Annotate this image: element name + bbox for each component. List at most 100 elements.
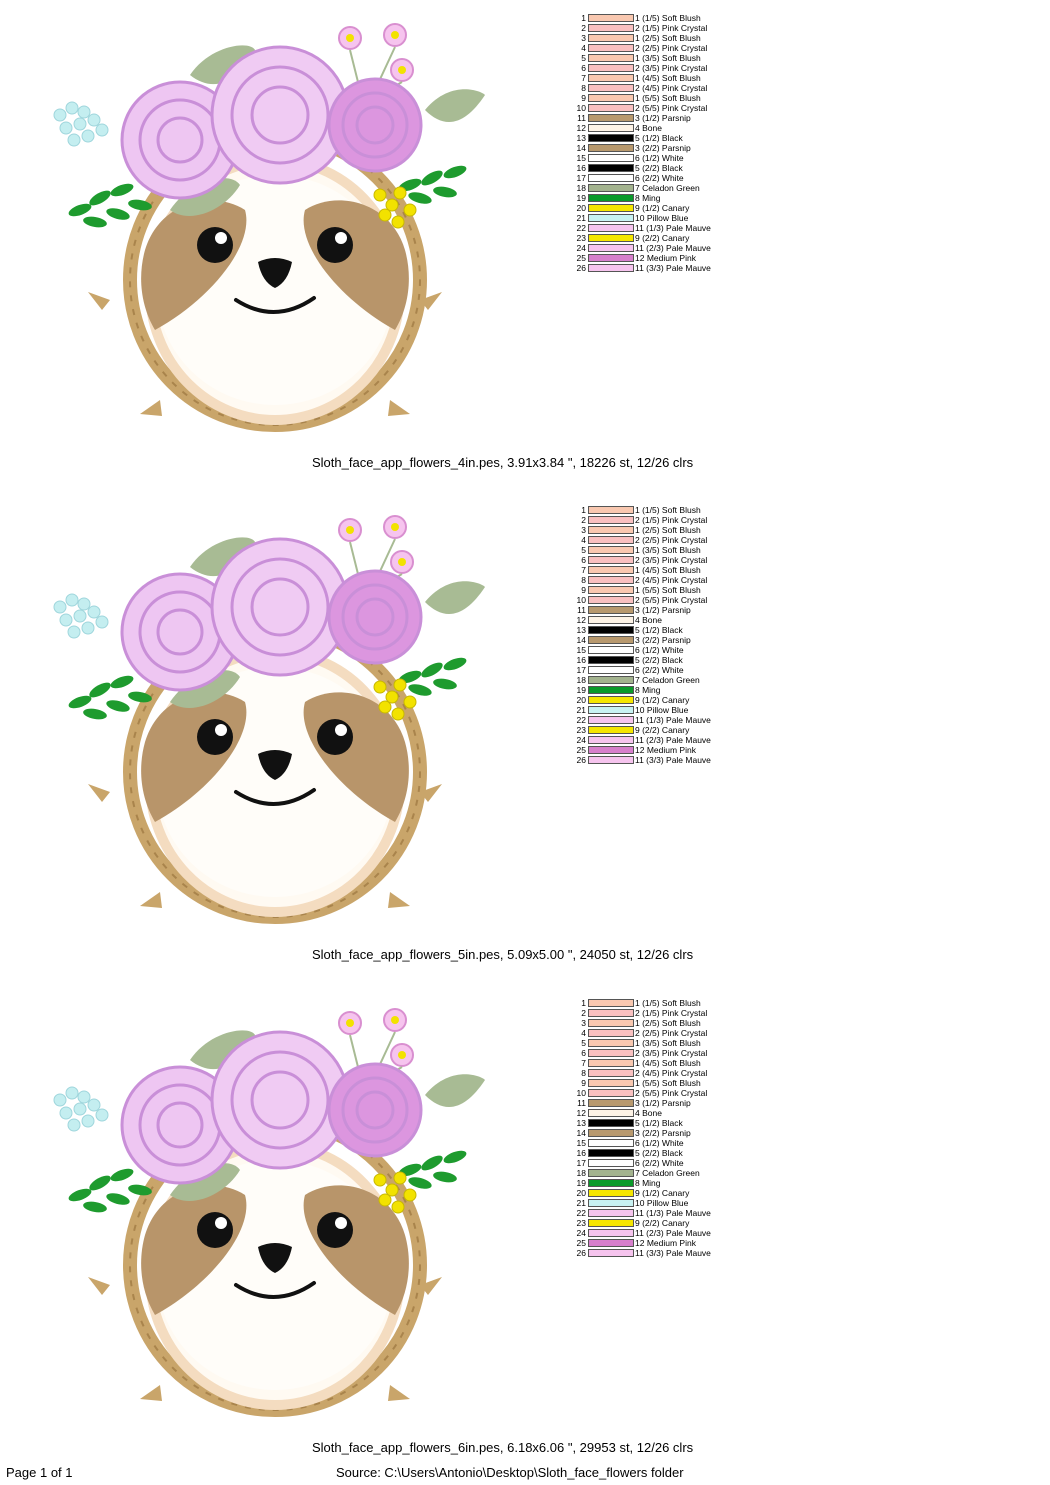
legend-number: 12 <box>576 123 586 133</box>
color-swatch <box>588 94 634 102</box>
color-swatch <box>588 1209 634 1217</box>
color-swatch <box>588 1129 634 1137</box>
legend-number: 20 <box>576 1188 586 1198</box>
legend-label: 10 Pillow Blue <box>635 1198 689 1208</box>
legend-row: 19 8 Ming <box>572 193 772 203</box>
color-swatch <box>588 1239 634 1247</box>
legend-number: 17 <box>576 1158 586 1168</box>
legend-number: 22 <box>576 715 586 725</box>
legend-number: 1 <box>581 505 586 515</box>
legend-row: 26 11 (3/3) Pale Mauve <box>572 755 772 765</box>
legend-label: 1 (3/5) Soft Blush <box>635 53 701 63</box>
color-swatch <box>588 566 634 574</box>
color-swatch <box>588 164 634 172</box>
legend-row: 21 10 Pillow Blue <box>572 705 772 715</box>
color-swatch <box>588 1089 634 1097</box>
legend-row: 6 2 (3/5) Pink Crystal <box>572 63 772 73</box>
color-swatch <box>588 1139 634 1147</box>
legend-label: 1 (1/5) Soft Blush <box>635 505 701 515</box>
legend-number: 26 <box>576 755 586 765</box>
legend-label: 1 (4/5) Soft Blush <box>635 73 701 83</box>
legend-row: 18 7 Celadon Green <box>572 183 772 193</box>
color-swatch <box>588 24 634 32</box>
color-swatch <box>588 1249 634 1257</box>
legend-number: 23 <box>576 1218 586 1228</box>
color-swatch <box>588 224 634 232</box>
legend-row: 7 1 (4/5) Soft Blush <box>572 73 772 83</box>
legend-row: 21 10 Pillow Blue <box>572 213 772 223</box>
color-swatch <box>588 1149 634 1157</box>
legend-number: 25 <box>576 253 586 263</box>
legend-number: 11 <box>577 605 586 615</box>
legend-label: 11 (1/3) Pale Mauve <box>635 715 711 725</box>
legend-row: 15 6 (1/2) White <box>572 1138 772 1148</box>
color-swatch <box>588 596 634 604</box>
color-swatch <box>588 676 634 684</box>
legend-number: 3 <box>581 33 586 43</box>
legend-row: 24 11 (2/3) Pale Mauve <box>572 1228 772 1238</box>
legend-label: 2 (2/5) Pink Crystal <box>635 1028 708 1038</box>
legend-number: 19 <box>576 685 586 695</box>
legend-row: 22 11 (1/3) Pale Mauve <box>572 223 772 233</box>
legend-row: 11 3 (1/2) Parsnip <box>572 1098 772 1108</box>
color-swatch <box>588 646 634 654</box>
legend-row: 22 11 (1/3) Pale Mauve <box>572 715 772 725</box>
color-swatch <box>588 1029 634 1037</box>
legend-label: 2 (1/5) Pink Crystal <box>635 23 708 33</box>
legend-number: 10 <box>576 595 586 605</box>
design-caption: Sloth_face_app_flowers_5in.pes, 5.09x5.0… <box>312 947 694 962</box>
legend-row: 9 1 (5/5) Soft Blush <box>572 585 772 595</box>
legend-row: 1 1 (1/5) Soft Blush <box>572 13 772 23</box>
legend-label: 2 (1/5) Pink Crystal <box>635 1008 708 1018</box>
legend-number: 2 <box>581 1008 586 1018</box>
legend-label: 11 (1/3) Pale Mauve <box>635 1208 711 1218</box>
legend-label: 9 (1/2) Canary <box>635 203 690 213</box>
legend-label: 2 (4/5) Pink Crystal <box>635 575 708 585</box>
legend-label: 1 (5/5) Soft Blush <box>635 585 701 595</box>
legend-number: 13 <box>576 133 586 143</box>
legend-row: 16 5 (2/2) Black <box>572 655 772 665</box>
color-swatch <box>588 696 634 704</box>
color-swatch <box>588 204 634 212</box>
legend-row: 13 5 (1/2) Black <box>572 1118 772 1128</box>
legend-number: 21 <box>576 705 586 715</box>
legend-row: 11 3 (1/2) Parsnip <box>572 113 772 123</box>
legend-label: 2 (2/5) Pink Crystal <box>635 43 708 53</box>
legend-row: 23 9 (2/2) Canary <box>572 1218 772 1228</box>
legend-row: 6 2 (3/5) Pink Crystal <box>572 555 772 565</box>
legend-row: 3 1 (2/5) Soft Blush <box>572 1018 772 1028</box>
legend-number: 8 <box>581 575 586 585</box>
legend-number: 5 <box>581 53 586 63</box>
legend-number: 14 <box>576 1128 586 1138</box>
legend-label: 6 (2/2) White <box>635 173 684 183</box>
legend-label: 11 (3/3) Pale Mauve <box>635 263 711 273</box>
color-swatch <box>588 1049 634 1057</box>
legend-label: 2 (3/5) Pink Crystal <box>635 555 708 565</box>
legend-number: 6 <box>581 1048 586 1058</box>
color-swatch <box>588 14 634 22</box>
legend-label: 3 (1/2) Parsnip <box>635 605 691 615</box>
legend-number: 7 <box>581 73 586 83</box>
legend-label: 12 Medium Pink <box>635 745 696 755</box>
legend-number: 2 <box>581 23 586 33</box>
legend-number: 4 <box>581 43 586 53</box>
legend-row: 20 9 (1/2) Canary <box>572 203 772 213</box>
legend-row: 11 3 (1/2) Parsnip <box>572 605 772 615</box>
legend-number: 10 <box>576 103 586 113</box>
legend-label: 1 (5/5) Soft Blush <box>635 93 701 103</box>
source-path: Source: C:\Users\Antonio\Desktop\Sloth_f… <box>336 1465 684 1480</box>
legend-label: 1 (4/5) Soft Blush <box>635 1058 701 1068</box>
sloth-artwork <box>53 515 485 924</box>
legend-row: 25 12 Medium Pink <box>572 1238 772 1248</box>
legend-row: 4 2 (2/5) Pink Crystal <box>572 1028 772 1038</box>
color-swatch <box>588 1189 634 1197</box>
legend-row: 1 1 (1/5) Soft Blush <box>572 505 772 515</box>
legend-number: 18 <box>576 1168 586 1178</box>
legend-row: 17 6 (2/2) White <box>572 1158 772 1168</box>
legend-label: 9 (1/2) Canary <box>635 1188 690 1198</box>
legend-label: 9 (2/2) Canary <box>635 725 690 735</box>
color-legend: 1 1 (1/5) Soft Blush 2 2 (1/5) Pink Crystal… <box>572 13 772 273</box>
color-swatch <box>588 536 634 544</box>
color-swatch <box>588 44 634 52</box>
legend-label: 1 (2/5) Soft Blush <box>635 33 701 43</box>
